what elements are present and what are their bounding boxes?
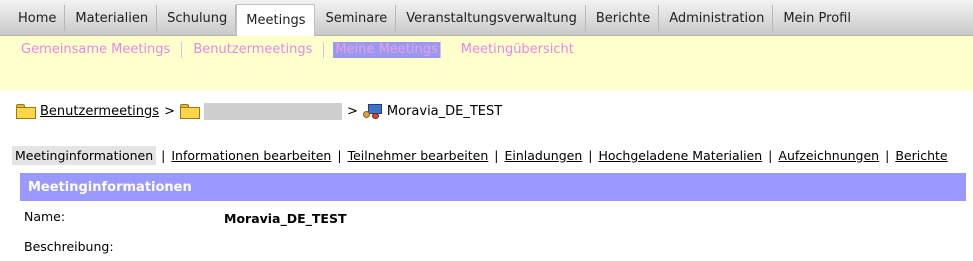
meeting-tabs: Meetinginformationen | Informationen bea… <box>12 145 949 165</box>
name-value: Moravia_DE_TEST <box>224 211 347 226</box>
tab-berichte[interactable]: Berichte <box>586 5 660 31</box>
section-header: Meetinginformationen <box>20 173 966 201</box>
main-tabs: Home Materialien Schulung Meetings Semin… <box>8 4 859 36</box>
tab-veranstaltungsverwaltung[interactable]: Veranstaltungsverwaltung <box>396 5 586 31</box>
tab-berichte-meeting[interactable]: Berichte <box>894 148 948 163</box>
tab-divider: | <box>161 147 166 163</box>
tab-divider: | <box>885 147 890 163</box>
subnav-benutzermeetings[interactable]: Benutzermeetings <box>182 42 325 58</box>
redacted-breadcrumb-link[interactable] <box>203 102 342 120</box>
tab-seminare[interactable]: Seminare <box>315 5 397 31</box>
breadcrumb-separator: > <box>346 103 358 119</box>
tab-divider: | <box>494 147 499 163</box>
breadcrumb-link-benutzermeetings[interactable]: Benutzermeetings <box>40 104 159 119</box>
name-label: Name: <box>24 209 66 224</box>
tab-schulung[interactable]: Schulung <box>157 5 237 31</box>
breadcrumb: Benutzermeetings > > Moravia_DE_TEST <box>16 101 502 121</box>
tab-hochgeladene-materialien[interactable]: Hochgeladene Materialien <box>597 148 763 163</box>
tab-divider: | <box>588 147 593 163</box>
tab-meetinginformationen[interactable]: Meetinginformationen <box>12 145 157 165</box>
tab-materialien[interactable]: Materialien <box>65 5 158 31</box>
breadcrumb-current: Moravia_DE_TEST <box>386 103 503 119</box>
subnav-meetinguebersicht[interactable]: Meetingübersicht <box>450 42 585 58</box>
tab-teilnehmer-bearbeiten[interactable]: Teilnehmer bearbeiten <box>347 148 490 163</box>
tab-divider: | <box>768 147 773 163</box>
tab-aufzeichnungen[interactable]: Aufzeichnungen <box>777 148 880 163</box>
meeting-room-icon <box>362 103 383 119</box>
tab-informationen-bearbeiten[interactable]: Informationen bearbeiten <box>170 148 332 163</box>
sub-nav-items: Gemeinsame Meetings Benutzermeetings Mei… <box>10 42 585 58</box>
tab-home[interactable]: Home <box>8 5 66 31</box>
tab-divider: | <box>337 147 342 163</box>
tab-einladungen[interactable]: Einladungen <box>504 148 584 163</box>
folder-icon <box>179 103 200 119</box>
folder-icon <box>16 103 36 119</box>
subnav-gemeinsame-meetings[interactable]: Gemeinsame Meetings <box>10 42 183 58</box>
tab-mein-profil[interactable]: Mein Profil <box>773 5 859 31</box>
description-label: Beschreibung: <box>24 239 114 254</box>
sub-navigation-bar: Gemeinsame Meetings Benutzermeetings Mei… <box>0 36 973 90</box>
main-navigation-bar: Home Materialien Schulung Meetings Semin… <box>0 0 973 36</box>
tab-meetings[interactable]: Meetings <box>236 4 316 36</box>
tab-administration[interactable]: Administration <box>659 5 774 31</box>
subnav-meine-meetings[interactable]: Meine Meetings <box>333 42 441 58</box>
breadcrumb-separator: > <box>164 103 175 119</box>
